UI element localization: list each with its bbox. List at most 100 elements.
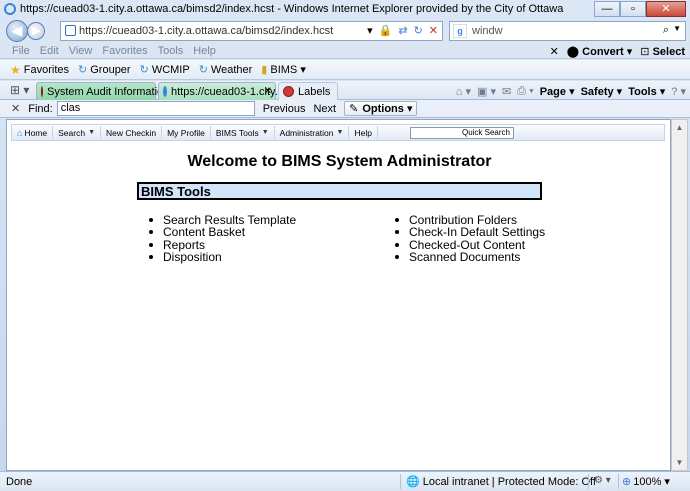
page-content: ⌂ Home Search ▼ New Checkin My Profile BIM… <box>6 119 671 471</box>
select-button[interactable]: ⊡ Select <box>640 45 685 58</box>
favorite-wcmip[interactable]: ↻ WCMIP <box>139 63 190 77</box>
favorite-bims-folder[interactable]: ▮ BIMS ▾ <box>261 63 306 77</box>
address-bar[interactable]: https://cuead03-1.city.a.ottawa.ca/bimsd… <box>60 21 443 41</box>
lock-icon[interactable]: 🔒 <box>379 24 393 37</box>
browser-window: https://cuead03-1.city.a.ottawa.ca/bimsd… <box>0 0 690 491</box>
compat-view-icon[interactable]: ⇄ <box>398 24 407 37</box>
oracle-icon <box>283 86 294 97</box>
page-menu[interactable]: Page ▾ <box>540 85 575 98</box>
menu-help[interactable]: Help <box>193 45 216 57</box>
globe-icon: 🌐 <box>406 476 420 488</box>
mail-icon[interactable]: ✉ <box>502 85 511 98</box>
page-title: Welcome to BIMS System Administrator <box>187 153 492 170</box>
nav-bims-tools[interactable]: BIMS Tools ▼ <box>211 126 275 139</box>
status-text: Done <box>6 475 33 488</box>
refresh-icon[interactable]: ↻ <box>414 24 423 37</box>
menu-favorites[interactable]: Favorites <box>102 45 147 57</box>
menu-view[interactable]: View <box>69 45 93 57</box>
chevron-down-icon: ▼ <box>88 129 95 136</box>
link-disposition[interactable]: Disposition <box>149 251 296 264</box>
find-input[interactable]: clas <box>56 101 255 116</box>
link-content-basket[interactable]: Content Basket <box>149 226 296 239</box>
zoom-icon: ⊕ <box>622 476 632 488</box>
security-zone[interactable]: 🌐 Local intranet | Protected Mode: Off <box>406 475 596 489</box>
favorite-weather[interactable]: ↻ Weather <box>198 63 253 77</box>
close-menu-icon[interactable]: ✕ <box>550 45 559 58</box>
menu-edit[interactable]: Edit <box>40 45 59 57</box>
find-previous-button[interactable]: Previous <box>263 103 306 115</box>
search-box[interactable]: g windw ⌕ ▼ <box>449 21 686 41</box>
close-find-icon[interactable]: ✕ <box>11 102 20 115</box>
scroll-down-icon[interactable]: ▼ <box>672 455 687 470</box>
minimize-button[interactable]: — <box>594 1 620 17</box>
tab-current[interactable]: https://cuead03-1.city.... ✕ <box>158 82 287 100</box>
quick-tabs-icon[interactable]: ⊞ ▾ <box>10 83 29 97</box>
menu-tools[interactable]: Tools <box>158 45 184 57</box>
nav-my-profile[interactable]: My Profile <box>162 126 211 139</box>
folder-icon: ▮ <box>261 64 268 76</box>
close-window-button[interactable]: ✕ <box>646 1 686 17</box>
find-label: Find: <box>28 102 53 115</box>
ie-page-icon <box>163 86 167 97</box>
find-next-button[interactable]: Next <box>313 103 336 115</box>
menu-right-tools: ✕ ⬤ Convert ▾ ⊡ Select <box>550 43 685 59</box>
address-row: ◀ ▶ https://cuead03-1.city.a.ottawa.ca/b… <box>0 20 690 42</box>
window-controls: — ▫ ✕ <box>594 1 686 17</box>
highlight-icon: ✎ <box>349 103 359 115</box>
google-icon: g <box>453 24 467 38</box>
refresh-favicon-icon: ↻ <box>198 64 208 76</box>
tools-list-right: Contribution Folders Check-In Default Se… <box>395 214 545 263</box>
address-url[interactable]: https://cuead03-1.city.a.ottawa.ca/bimsd… <box>79 25 333 37</box>
link-scanned-documents[interactable]: Scanned Documents <box>395 251 545 264</box>
favorites-button[interactable]: ★ Favorites <box>10 63 69 77</box>
help-icon[interactable]: ? ▾ <box>671 85 686 98</box>
scroll-up-icon[interactable]: ▲ <box>672 120 687 135</box>
vertical-scrollbar[interactable]: ▲ ▼ <box>671 119 688 471</box>
nav-help[interactable]: Help <box>349 126 378 139</box>
manage-addons-icon[interactable]: ⚙ ▾ <box>594 475 611 486</box>
forward-button[interactable]: ▶ <box>27 22 45 40</box>
stop-icon[interactable]: ✕ <box>429 24 438 37</box>
tools-list-left: Search Results Template Content Basket R… <box>149 214 296 263</box>
quick-search-input[interactable]: Quick Search <box>410 127 514 139</box>
link-checkin-default-settings[interactable]: Check-In Default Settings <box>395 226 545 239</box>
nav-search[interactable]: Search ▼ <box>53 126 101 139</box>
chevron-down-icon: ▼ <box>336 129 344 136</box>
tab-labels[interactable]: Labels <box>278 82 338 100</box>
status-bar: Done 🌐 Local intranet | Protected Mode: O… <box>0 471 690 491</box>
star-icon: ★ <box>10 62 21 77</box>
status-divider <box>588 474 589 489</box>
search-icon[interactable]: ⌕ <box>663 24 669 37</box>
favorites-bar: ★ Favorites ↻ Grouper ↻ WCMIP ↻ Weather ▮ BIM… <box>0 60 690 80</box>
favorite-grouper[interactable]: ↻ Grouper <box>78 63 131 77</box>
close-tab-icon[interactable]: ✕ <box>264 86 272 97</box>
feeds-icon[interactable]: ▣ ▾ <box>477 85 496 98</box>
print-icon[interactable]: ⎙ ▾ <box>517 85 533 98</box>
back-button[interactable]: ◀ <box>6 20 28 42</box>
section-header: BIMS Tools <box>137 182 542 200</box>
nav-new-checkin[interactable]: New Checkin <box>101 126 163 139</box>
command-bar: ⌂ ▾ ▣ ▾ ✉ ⎙ ▾ Page ▾ Safety ▾ Tools ▾ ? … <box>456 83 690 99</box>
tab-system-audit[interactable]: System Audit Information <box>36 82 169 100</box>
status-divider <box>618 474 619 489</box>
maximize-button[interactable]: ▫ <box>620 1 646 17</box>
zoom-control[interactable]: ⊕ 100% ▾ <box>622 475 670 489</box>
tools-menu[interactable]: Tools ▾ <box>628 85 665 98</box>
home-icon[interactable]: ⌂ ▾ <box>456 85 471 98</box>
oracle-icon <box>41 86 43 97</box>
menu-file[interactable]: File <box>12 45 30 57</box>
search-input[interactable]: windw <box>472 25 503 37</box>
safety-menu[interactable]: Safety ▾ <box>581 85 623 98</box>
nav-home[interactable]: ⌂ Home <box>12 126 54 139</box>
page-icon <box>65 25 76 36</box>
dropdown-icon[interactable]: ▾ <box>367 24 373 37</box>
window-title: https://cuead03-1.city.a.ottawa.ca/bimsd… <box>20 3 564 15</box>
search-dropdown-icon[interactable]: ▼ <box>673 24 681 33</box>
home-icon: ⌂ <box>17 127 23 138</box>
convert-button[interactable]: ⬤ Convert ▾ <box>567 45 633 58</box>
chevron-down-icon: ▼ <box>261 129 269 136</box>
nav-administration[interactable]: Administration ▼ <box>275 126 350 139</box>
status-divider <box>400 474 401 489</box>
refresh-favicon-icon: ↻ <box>139 64 149 76</box>
find-options-button[interactable]: ✎ Options ▾ <box>344 101 418 116</box>
